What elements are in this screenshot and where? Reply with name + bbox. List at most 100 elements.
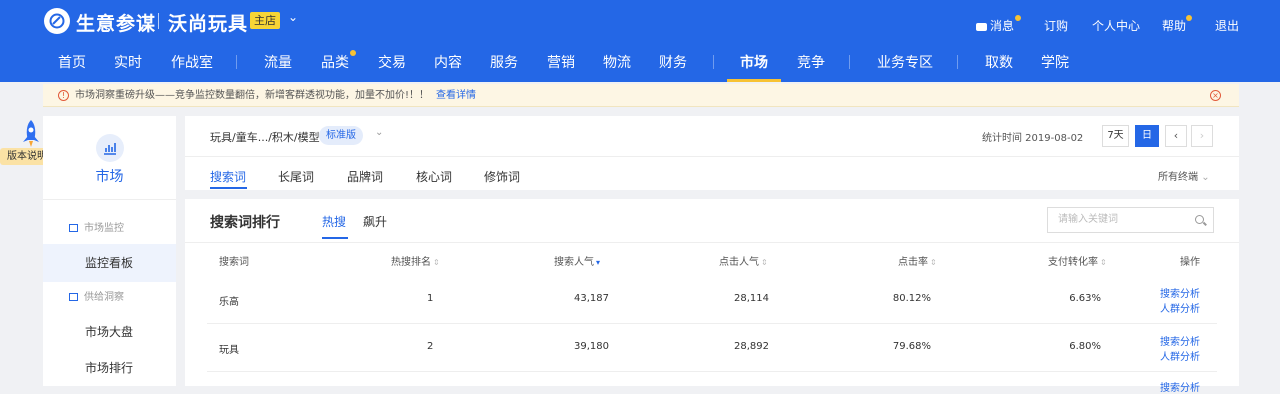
message-icon — [976, 22, 987, 31]
cell-search-popularity: 43,187 — [574, 293, 609, 304]
sidebar-divider — [43, 199, 176, 200]
search-analysis-link[interactable]: 搜索分析 — [1160, 379, 1200, 394]
chevron-down-icon[interactable]: ⌄ — [288, 10, 298, 24]
link-help[interactable]: 帮助 — [1162, 17, 1186, 34]
category-breadcrumb[interactable]: 玩具/童车.../积木/模型 — [210, 129, 320, 145]
table-header-divider — [185, 242, 1239, 243]
help-dot — [1186, 15, 1192, 21]
cell-keyword: 玩具 — [219, 345, 239, 356]
tab-core-terms[interactable]: 核心词 — [416, 168, 452, 185]
nav-home[interactable]: 首页 — [58, 52, 86, 72]
nav-marketing[interactable]: 营销 — [547, 52, 575, 72]
nav-traffic[interactable]: 流量 — [264, 52, 292, 72]
nav-transaction[interactable]: 交易 — [378, 52, 406, 72]
search-analysis-link[interactable]: 搜索分析 — [1160, 333, 1200, 348]
sort-icon[interactable]: ⇕ — [761, 258, 768, 267]
nav-content[interactable]: 内容 — [434, 52, 462, 72]
tab-modifier-terms[interactable]: 修饰词 — [484, 168, 520, 185]
nav-separator — [713, 55, 714, 69]
sidebar-item-monitor-board[interactable]: 监控看板 — [43, 244, 176, 282]
row-divider — [207, 323, 1217, 324]
col-ctr[interactable]: 点击率 ⇕ — [898, 253, 937, 268]
nav-realtime[interactable]: 实时 — [114, 52, 142, 72]
link-logout[interactable]: 退出 — [1215, 17, 1239, 34]
close-icon[interactable]: × — [1210, 90, 1221, 101]
rocket-icon[interactable] — [20, 118, 42, 148]
link-messages[interactable]: 消息 — [976, 17, 1014, 34]
filter-panel: 玩具/童车.../积木/模型 标准版 ⌄ 统计时间 2019-08-02 7天 … — [185, 116, 1239, 190]
tab-soaring[interactable]: 飙升 — [363, 213, 387, 230]
tab-search-terms[interactable]: 搜索词 — [210, 168, 246, 185]
stat-time: 统计时间 2019-08-02 — [982, 133, 1084, 144]
sidebar-title: 市场 — [95, 169, 124, 185]
prev-date-button[interactable]: ‹ — [1165, 125, 1187, 147]
nav-war-room[interactable]: 作战室 — [171, 52, 213, 72]
col-click-popularity[interactable]: 点击人气 ⇕ — [719, 253, 768, 268]
nav-finance[interactable]: 财务 — [659, 52, 687, 72]
top-header: 生意参谋 沃尚玩具 主店 ⌄ 消息 订购 个人中心 帮助 退出 首页 实时 作战… — [0, 0, 1280, 82]
link-subscribe[interactable]: 订购 — [1044, 17, 1068, 34]
tab-long-tail-terms[interactable]: 长尾词 — [278, 168, 314, 185]
cell-keyword: 乐高 — [219, 297, 239, 308]
col-actions: 操作 — [1180, 257, 1200, 268]
nav-academy[interactable]: 学院 — [1041, 52, 1069, 72]
warning-icon: ! — [58, 90, 69, 101]
range-day-button[interactable]: 日 — [1135, 125, 1159, 147]
header-divider — [158, 13, 159, 29]
col-conversion[interactable]: 支付转化率 ⇕ — [1048, 253, 1107, 268]
sidebar-group-supply-insight: 供给洞察 — [69, 288, 124, 303]
sub-tab-active-indicator — [322, 237, 348, 239]
cell-ctr: 80.12% — [892, 293, 931, 304]
chevron-down-icon: ⌄ — [1201, 172, 1210, 183]
next-date-button[interactable]: › — [1191, 125, 1213, 147]
nav-separator — [236, 55, 237, 69]
col-hot-rank[interactable]: 热搜排名 ⇕ — [391, 253, 440, 268]
logo-icon[interactable] — [44, 8, 70, 34]
cell-rank: 1 — [427, 293, 434, 304]
nav-logistics[interactable]: 物流 — [603, 52, 631, 72]
nav-data-fetch[interactable]: 取数 — [985, 52, 1013, 72]
nav-competition[interactable]: 竞争 — [797, 52, 825, 72]
nav-service[interactable]: 服务 — [490, 52, 518, 72]
notice-bar: ! 市场洞察重磅升级——竞争监控数量翻倍，新增客群透视功能，加量不加价!！！ 查… — [43, 84, 1239, 107]
chevron-down-icon[interactable]: ⌄ — [375, 127, 383, 138]
main-nav: 首页 实时 作战室 流量 品类 交易 内容 服务 营销 物流 财务 市场 竞争 … — [0, 48, 1280, 82]
nav-market[interactable]: 市场 — [740, 52, 768, 72]
cell-click-popularity: 28,114 — [734, 293, 769, 304]
search-icon[interactable] — [1195, 215, 1204, 224]
tab-hot-search[interactable]: 热搜 — [322, 213, 346, 230]
terminal-select[interactable]: 所有终端 ⌄ — [1158, 168, 1210, 183]
ranking-panel: 搜索词排行 热搜 飙升 请输入关键词 搜索词 热搜排名 ⇕ 搜索人气 ▾ 点击人气 ⇕… — [185, 199, 1239, 394]
keyword-search-input[interactable]: 请输入关键词 — [1047, 207, 1214, 233]
range-7-days-button[interactable]: 7天 — [1102, 125, 1129, 147]
brand-name[interactable]: 生意参谋 — [76, 9, 156, 36]
sort-icon[interactable]: ⇕ — [433, 258, 440, 267]
category-dot — [350, 50, 356, 56]
col-keyword: 搜索词 — [219, 257, 249, 268]
sidebar-item-market-overview[interactable]: 市场大盘 — [43, 313, 176, 351]
ranking-title: 搜索词排行 — [210, 215, 280, 231]
notice-link[interactable]: 查看详情 — [436, 84, 476, 107]
sort-icon[interactable]: ⇕ — [1100, 258, 1107, 267]
cell-rank: 2 — [427, 341, 434, 352]
sort-icon[interactable]: ⇕ — [930, 258, 937, 267]
sort-desc-icon[interactable]: ▾ — [596, 258, 600, 267]
tab-brand-terms[interactable]: 品牌词 — [347, 168, 383, 185]
cell-conversion: 6.80% — [1069, 341, 1101, 352]
nav-business-zone[interactable]: 业务专区 — [877, 52, 933, 72]
search-analysis-link[interactable]: 搜索分析 — [1160, 285, 1200, 300]
nav-separator — [957, 55, 958, 69]
nav-separator — [849, 55, 850, 69]
tab-active-indicator — [210, 187, 247, 189]
crowd-analysis-link[interactable]: 人群分析 — [1160, 348, 1200, 363]
shop-name[interactable]: 沃尚玩具 — [168, 9, 248, 36]
col-search-popularity[interactable]: 搜索人气 ▾ — [554, 253, 600, 268]
cell-conversion: 6.63% — [1069, 293, 1101, 304]
cell-search-popularity: 39,180 — [574, 341, 609, 352]
link-personal-center[interactable]: 个人中心 — [1092, 17, 1140, 34]
sidebar: 市场 市场监控 监控看板 供给洞察 市场大盘 市场排行 — [43, 116, 176, 386]
nav-category[interactable]: 品类 — [321, 52, 349, 72]
cell-click-popularity: 28,892 — [734, 341, 769, 352]
sidebar-item-market-ranking[interactable]: 市场排行 — [43, 349, 176, 387]
crowd-analysis-link[interactable]: 人群分析 — [1160, 300, 1200, 315]
